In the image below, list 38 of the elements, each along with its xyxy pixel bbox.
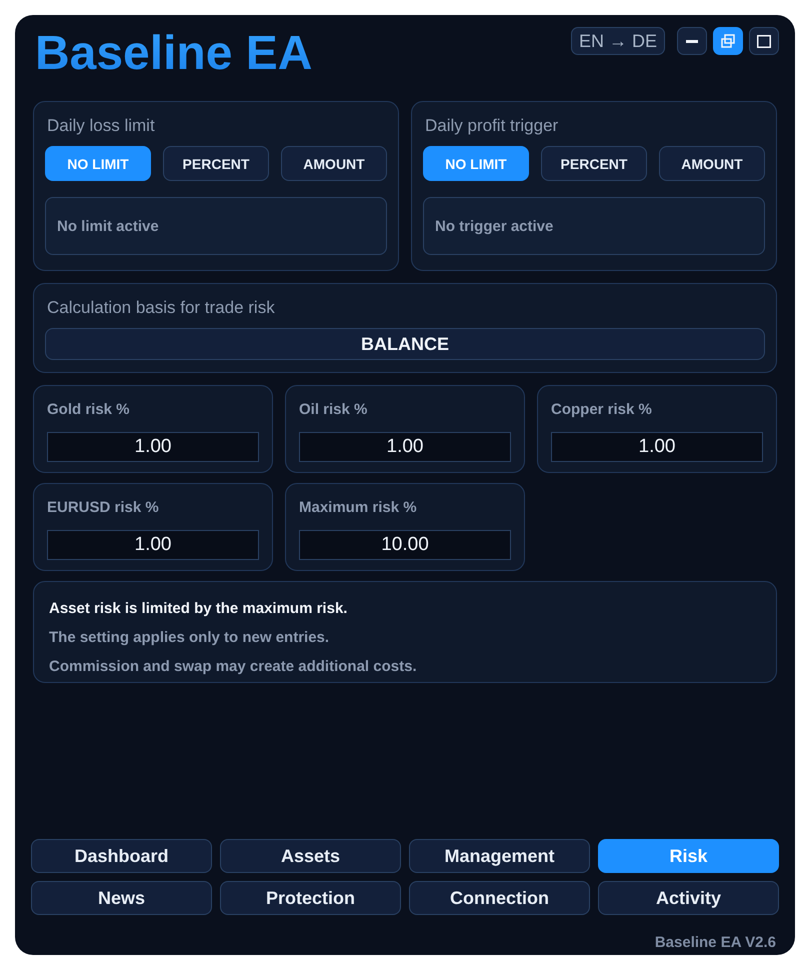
- card-title: Daily profit trigger: [424, 115, 560, 137]
- nav-tab[interactable]: Activity: [598, 881, 779, 915]
- info-text: Asset risk is limited by the maximum risk.: [49, 599, 348, 619]
- minimize-button[interactable]: [677, 27, 707, 55]
- restore-icon: [721, 34, 735, 48]
- nav-tab[interactable]: Management: [409, 839, 590, 873]
- maximize-icon: [757, 34, 771, 48]
- nav-tab[interactable]: News: [31, 881, 212, 915]
- status-text: No trigger active: [435, 218, 554, 234]
- field-label: Oil risk %: [299, 400, 368, 420]
- maximize-button[interactable]: [749, 27, 779, 55]
- option-button[interactable]: PERCENT: [163, 146, 269, 181]
- field-label: Gold risk %: [47, 400, 131, 420]
- minimize-icon: [686, 40, 698, 42]
- option-button[interactable]: AMOUNT: [659, 146, 765, 181]
- card-title: Calculation basis for trade risk: [46, 297, 276, 319]
- field-label: Copper risk %: [551, 400, 653, 420]
- basis-selector[interactable]: BALANCE: [45, 328, 765, 360]
- risk-input[interactable]: 1.00: [551, 432, 763, 462]
- nav-tab[interactable]: Assets: [220, 839, 401, 873]
- risk-input[interactable]: 1.00: [47, 432, 259, 462]
- version-text: Baseline EA V2.6: [654, 934, 776, 951]
- option-button[interactable]: PERCENT: [541, 146, 647, 181]
- nav-tab[interactable]: Connection: [409, 881, 590, 915]
- field-label: Maximum risk %: [299, 498, 418, 518]
- risk-input[interactable]: 10.00: [299, 530, 511, 560]
- nav-tab[interactable]: Dashboard: [31, 839, 212, 873]
- status-text: No limit active: [57, 218, 159, 234]
- nav-tab[interactable]: Protection: [220, 881, 401, 915]
- restore-button[interactable]: [713, 27, 743, 55]
- card-title: Daily loss limit: [46, 115, 156, 137]
- risk-input[interactable]: 1.00: [47, 530, 259, 560]
- language-button[interactable]: EN → DE: [571, 27, 665, 55]
- info-text: The setting applies only to new entries.: [49, 628, 330, 648]
- info-text: Commission and swap may create additional costs.: [49, 657, 418, 677]
- field-label: EURUSD risk %: [47, 498, 160, 518]
- risk-input[interactable]: 1.00: [299, 432, 511, 462]
- option-button[interactable]: AMOUNT: [281, 146, 387, 181]
